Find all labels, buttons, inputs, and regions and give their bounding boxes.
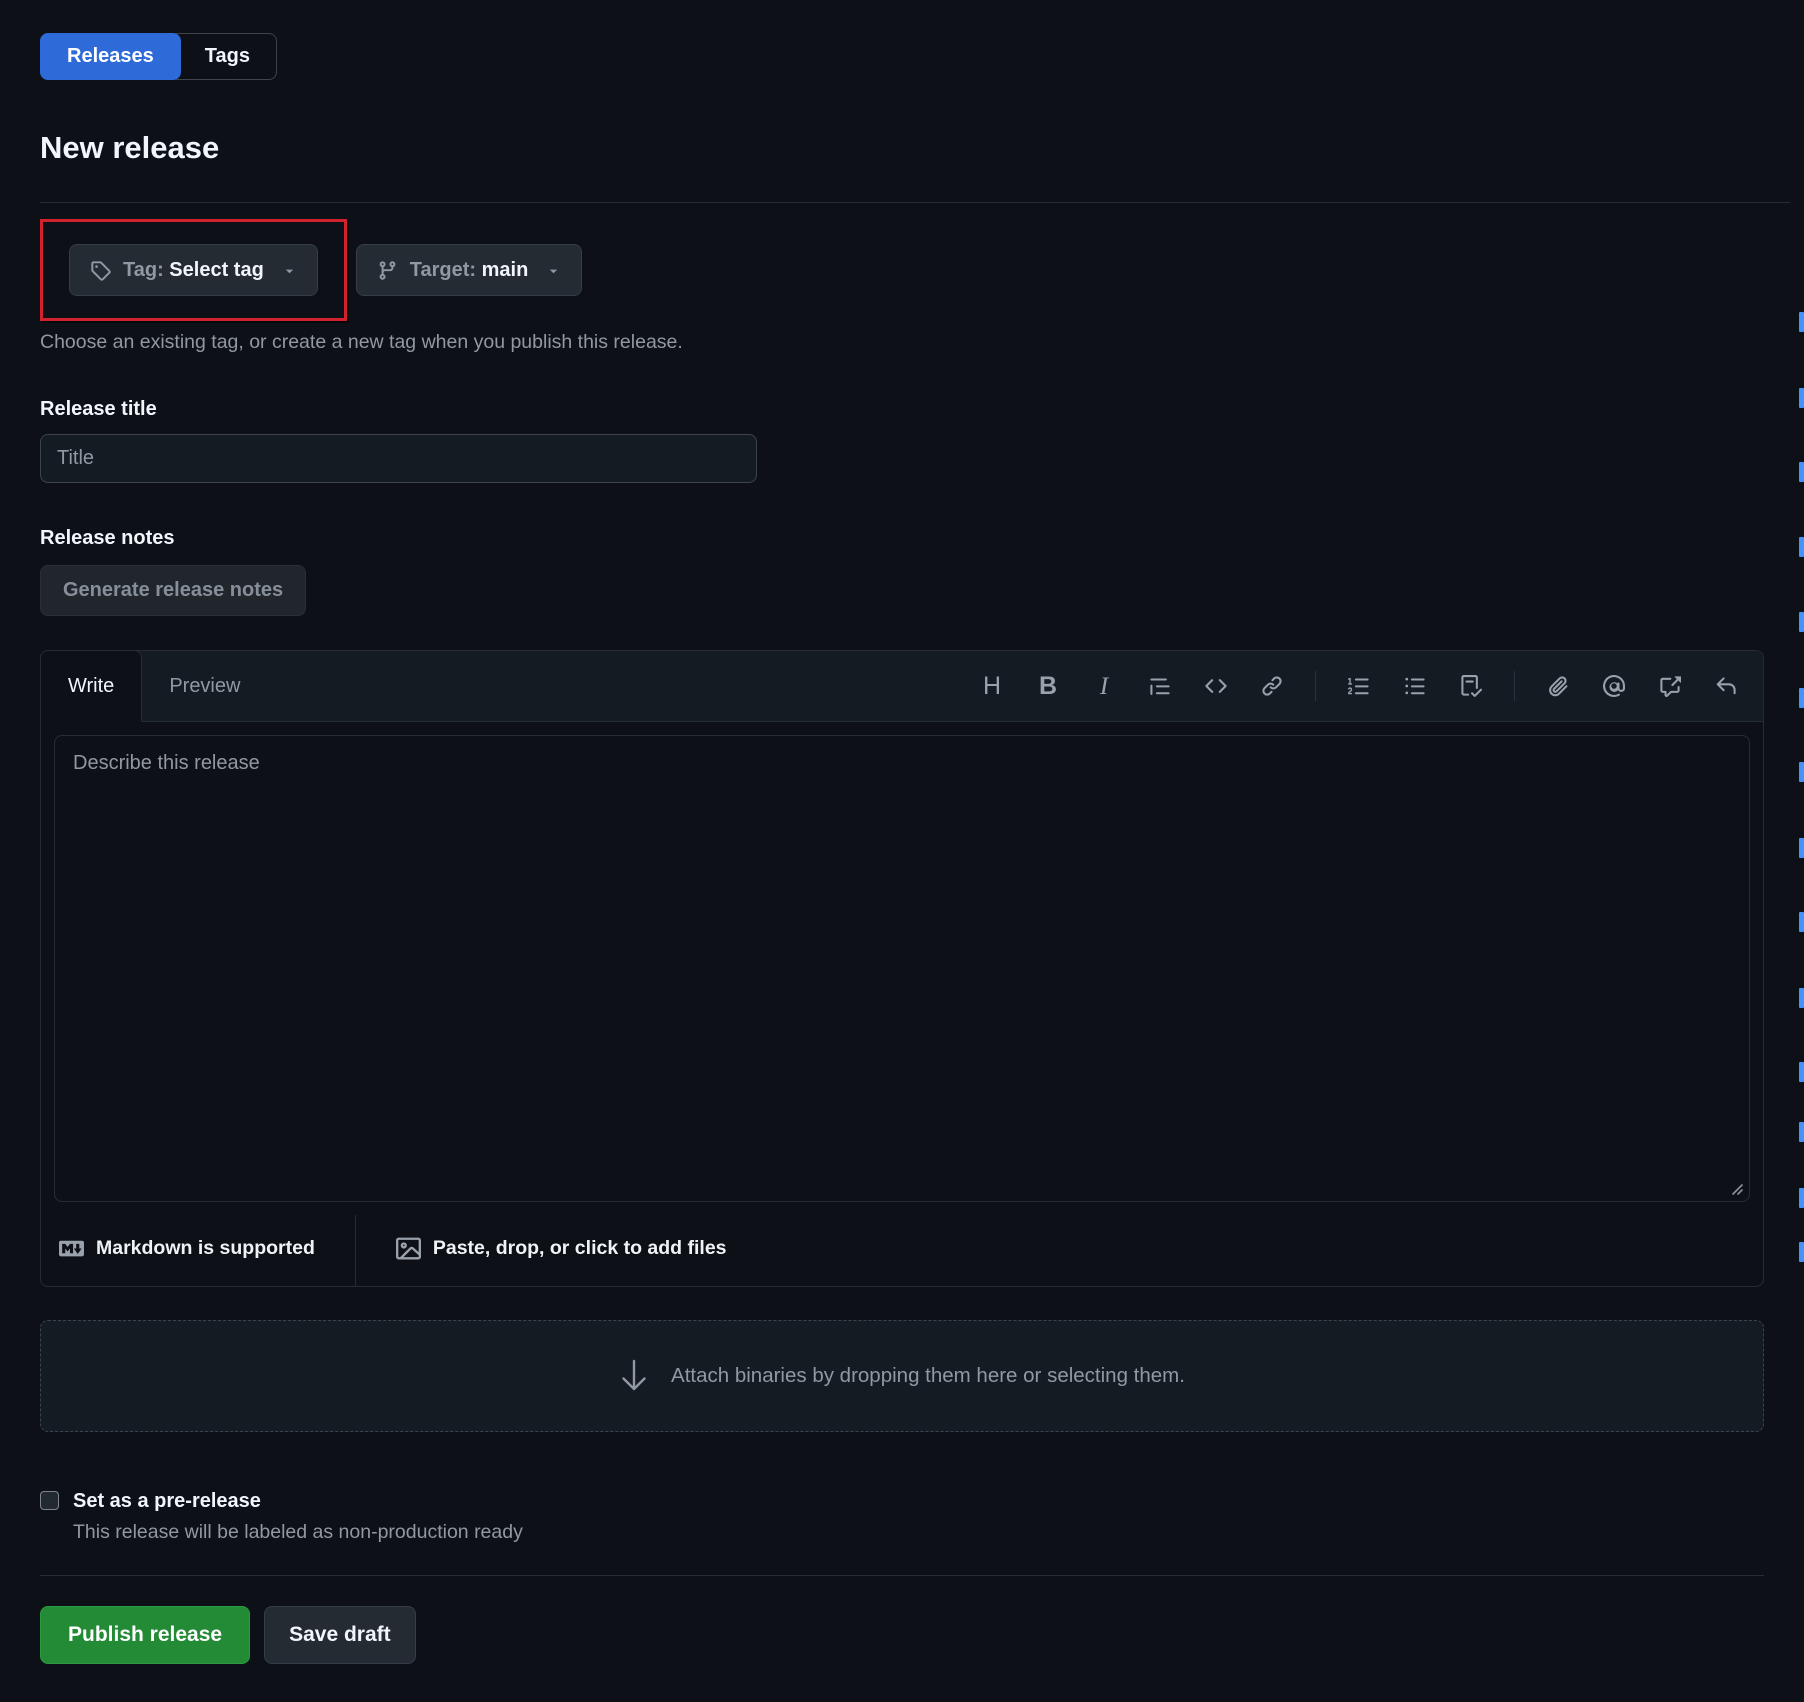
target-branch-dropdown[interactable]: Target: main (356, 244, 583, 296)
tags-tab-button[interactable]: Tags (175, 33, 277, 80)
prerelease-checkbox[interactable] (40, 1491, 59, 1510)
tag-target-row: Tag: Select tag Target: main (40, 219, 1764, 321)
chevron-down-icon (282, 263, 297, 278)
download-arrow-icon (619, 1358, 649, 1394)
resize-grip-icon[interactable] (1729, 1181, 1744, 1196)
ordered-list-icon[interactable] (1346, 671, 1372, 701)
paperclip-icon[interactable] (1545, 671, 1571, 701)
tag-helper-text: Choose an existing tag, or create a new … (40, 331, 1764, 354)
tag-icon (90, 260, 111, 281)
release-notes-label: Release notes (40, 527, 1764, 550)
section-divider-top (40, 202, 1790, 203)
releases-tags-segmented-control: Releases Tags (40, 33, 277, 80)
markdown-supported-label: Markdown is supported (96, 1237, 315, 1260)
tasklist-icon[interactable] (1458, 671, 1484, 701)
unordered-list-icon[interactable] (1402, 671, 1428, 701)
dropzone-text: Attach binaries by dropping them here or… (671, 1364, 1185, 1388)
release-title-input[interactable] (40, 434, 757, 483)
markdown-icon (59, 1236, 84, 1261)
generate-release-notes-button[interactable]: Generate release notes (40, 565, 306, 616)
reply-icon[interactable] (1713, 671, 1739, 701)
cross-reference-icon[interactable] (1657, 671, 1683, 701)
tag-select-dropdown[interactable]: Tag: Select tag (69, 244, 318, 296)
section-divider-bottom (40, 1575, 1764, 1576)
chevron-down-icon (546, 263, 561, 278)
mention-icon[interactable] (1601, 671, 1627, 701)
code-icon[interactable] (1203, 671, 1229, 701)
page-title: New release (40, 126, 1764, 170)
quote-icon[interactable] (1147, 671, 1173, 701)
prerelease-label[interactable]: Set as a pre-release (73, 1488, 523, 1514)
editor-body (41, 722, 1763, 1215)
red-annotation-box: Tag: Select tag (40, 219, 347, 321)
release-notes-editor: Write Preview H B I Markdown is supporte… (40, 650, 1764, 1287)
prerelease-section: Set as a pre-release This release will b… (40, 1488, 1764, 1544)
tag-button-prefix: Tag: (123, 259, 169, 281)
clipped-sidebar-text (1799, 0, 1804, 1702)
tab-preview[interactable]: Preview (142, 651, 267, 721)
toolbar-separator (1514, 671, 1515, 701)
heading-icon[interactable]: H (979, 671, 1005, 701)
footer-separator (355, 1215, 356, 1286)
target-button-value: main (482, 259, 529, 281)
release-notes-textarea[interactable] (54, 735, 1750, 1202)
attach-files-button[interactable]: Paste, drop, or click to add files (396, 1236, 727, 1261)
tag-button-value: Select tag (169, 259, 263, 281)
publish-release-button[interactable]: Publish release (40, 1606, 250, 1664)
italic-icon[interactable]: I (1091, 671, 1117, 701)
git-branch-icon (377, 260, 398, 281)
releases-tab-button[interactable]: Releases (40, 33, 181, 80)
markdown-supported-link[interactable]: Markdown is supported (59, 1236, 315, 1261)
markdown-toolbar: H B I (979, 651, 1763, 721)
form-actions: Publish release Save draft (40, 1606, 1764, 1664)
attach-files-label: Paste, drop, or click to add files (433, 1237, 727, 1260)
link-icon[interactable] (1259, 671, 1285, 701)
editor-header: Write Preview H B I (41, 651, 1763, 722)
target-button-prefix: Target: (410, 259, 482, 281)
prerelease-description: This release will be labeled as non-prod… (73, 1521, 523, 1544)
tab-write[interactable]: Write (40, 650, 142, 722)
save-draft-button[interactable]: Save draft (264, 1606, 416, 1664)
bold-icon[interactable]: B (1035, 671, 1061, 701)
image-icon (396, 1236, 421, 1261)
editor-footer: Markdown is supported Paste, drop, or cl… (41, 1215, 1763, 1286)
attach-binaries-dropzone[interactable]: Attach binaries by dropping them here or… (40, 1320, 1764, 1432)
release-title-label: Release title (40, 398, 1764, 421)
toolbar-separator (1315, 671, 1316, 701)
